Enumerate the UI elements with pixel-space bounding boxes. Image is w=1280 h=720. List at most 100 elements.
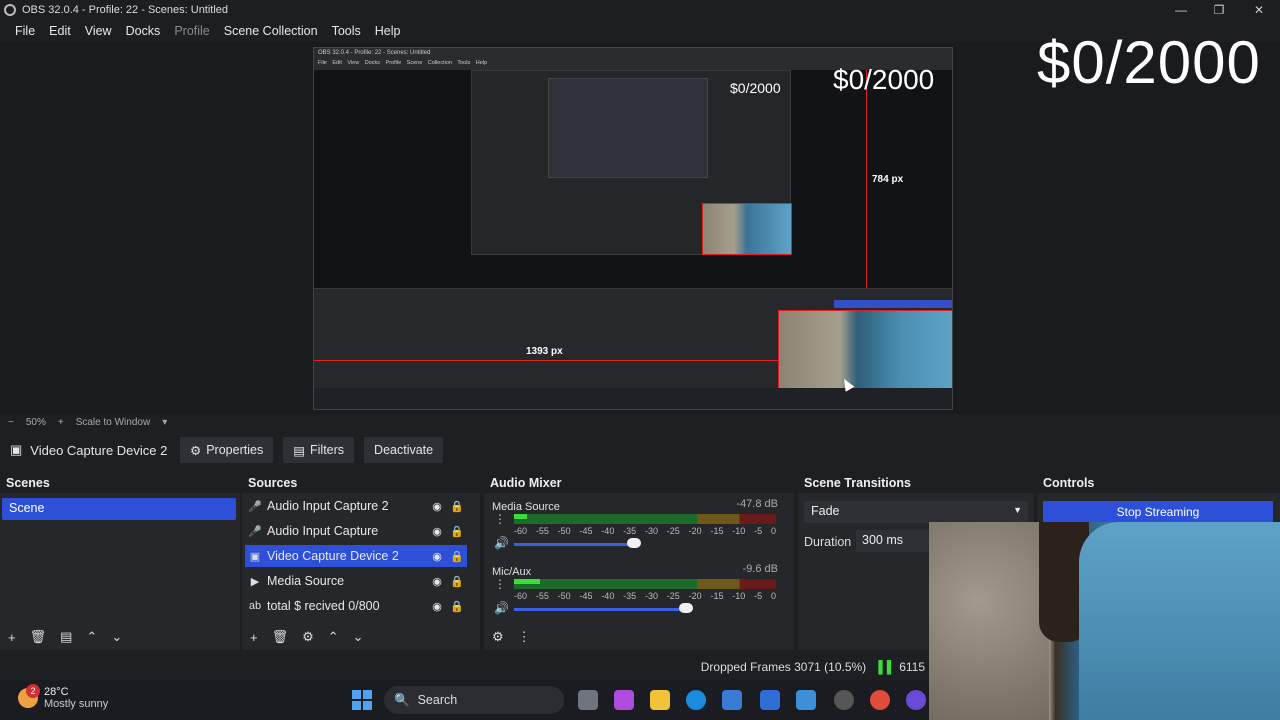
source-item-selected[interactable]: ▣ Video Capture Device 2 ◉ 🔒 <box>245 545 467 567</box>
task-view-icon[interactable] <box>578 690 598 710</box>
notepad-icon[interactable] <box>796 690 816 710</box>
eye-icon[interactable]: ◉ <box>427 500 447 513</box>
lock-icon[interactable]: 🔒 <box>447 525 467 538</box>
scale-tick: -45 <box>579 591 593 601</box>
chevron-up-icon[interactable]: ⌃ <box>328 629 339 645</box>
chevron-down-icon[interactable]: ⌄ <box>353 629 364 645</box>
volume-slider-knob[interactable] <box>679 603 693 613</box>
controls-header: Controls <box>1037 473 1280 493</box>
trash-icon[interactable]: 🗑 <box>272 629 289 645</box>
add-icon[interactable]: + <box>8 630 16 645</box>
lock-icon[interactable]: 🔒 <box>447 500 467 513</box>
volume-slider[interactable] <box>514 543 634 546</box>
eye-icon[interactable]: ◉ <box>427 525 447 538</box>
webcam-feed <box>929 522 1280 720</box>
mixer-channel: Media Source -47.8 dB ⋮ -60 -55 -50 -45 -40-… <box>492 498 784 550</box>
source-label: Media Source <box>267 574 345 588</box>
dropped-frames: Dropped Frames 3071 (10.5%) <box>700 660 867 674</box>
restore-icon[interactable]: ❐ <box>1200 0 1238 20</box>
volume-slider-knob[interactable] <box>627 538 641 548</box>
app-icon[interactable] <box>906 690 926 710</box>
menu-scene-collection[interactable]: Scene Collection <box>217 24 325 38</box>
scene-filter-icon[interactable]: ▤ <box>60 629 72 645</box>
trash-icon[interactable]: 🗑 <box>30 629 47 645</box>
speaker-icon[interactable]: 🔊 <box>494 601 509 615</box>
source-item[interactable]: 🎤 Audio Input Capture ◉ 🔒 <box>245 520 467 542</box>
weather-widget[interactable]: 2 28°C Mostly sunny <box>18 684 108 710</box>
chevron-down-icon[interactable]: ▾ <box>162 417 167 428</box>
edge-icon[interactable] <box>686 690 706 710</box>
scale-mode[interactable]: Scale to Window <box>76 417 150 428</box>
sources-header: Sources <box>242 473 480 493</box>
lock-icon[interactable]: 🔒 <box>447 575 467 588</box>
volume-slider[interactable] <box>514 608 686 611</box>
outlook-icon[interactable] <box>760 690 780 710</box>
minimize-icon[interactable]: — <box>1162 0 1200 20</box>
stop-streaming-button[interactable]: Stop Streaming <box>1043 501 1273 523</box>
scale-tick: -50 <box>557 591 571 601</box>
mixer-settings-icon[interactable]: ⚙ <box>492 629 504 645</box>
scale-tick: -20 <box>688 591 702 601</box>
guide-line-horizontal <box>314 360 784 361</box>
status-bar: Dropped Frames 3071 (10.5%) ▐▐ 6115 <box>0 654 929 680</box>
meter-scale: -60 -55 -50 -45 -40 -35 -30 -25 -20 -15 -10 -5 0 <box>514 526 776 536</box>
store-icon[interactable] <box>722 690 742 710</box>
chevron-up-icon[interactable]: ⌃ <box>86 629 97 645</box>
scale-tick: -15 <box>710 591 724 601</box>
windows-taskbar: 2 28°C Mostly sunny 🔍 Search <box>0 680 929 720</box>
eye-icon[interactable]: ◉ <box>427 600 447 613</box>
taskbar-search[interactable]: 🔍 Search <box>384 686 564 714</box>
copilot-icon[interactable] <box>614 690 634 710</box>
source-item[interactable]: ab total $ recived 0/800 ◉ 🔒 <box>245 595 467 617</box>
chevron-down-icon[interactable]: ⌄ <box>111 629 122 645</box>
play-icon: ▶ <box>250 575 260 588</box>
zoom-in-icon[interactable]: + <box>58 417 64 428</box>
more-icon[interactable]: ⋮ <box>518 629 531 645</box>
menu-edit[interactable]: Edit <box>42 24 78 38</box>
scale-tick: -55 <box>535 526 549 536</box>
nested-taskbar <box>314 388 952 409</box>
speaker-icon[interactable]: 🔊 <box>494 536 509 550</box>
source-item[interactable]: ▶ Media Source ◉ 🔒 <box>245 570 467 592</box>
properties-label: Properties <box>206 443 264 457</box>
file-explorer-icon[interactable] <box>650 690 670 710</box>
title-bar: OBS 32.0.4 - Profile: 22 - Scenes: Untit… <box>0 0 1280 20</box>
filters-button[interactable]: ▤ Filters <box>283 437 355 463</box>
obs-taskbar-icon[interactable] <box>834 690 854 710</box>
deactivate-button[interactable]: Deactivate <box>364 437 444 463</box>
scene-item[interactable]: Scene <box>2 498 236 520</box>
source-item[interactable]: 🎤 Audio Input Capture 2 ◉ 🔒 <box>245 495 467 517</box>
more-icon[interactable]: ⋮ <box>494 512 506 526</box>
mic-icon: 🎤 <box>248 500 262 513</box>
menu-docks[interactable]: Docks <box>119 24 168 38</box>
guide-line-vertical <box>866 70 867 310</box>
audio-mixer-dock: Audio Mixer Media Source -47.8 dB ⋮ -60-… <box>484 473 794 650</box>
zoom-out-icon[interactable]: − <box>8 417 14 428</box>
chrome-icon[interactable] <box>870 690 890 710</box>
menu-help[interactable]: Help <box>368 24 408 38</box>
temperature: 28°C <box>44 686 69 698</box>
transition-select[interactable]: Fade ▼ <box>804 501 1028 523</box>
mic-icon: 🎤 <box>248 525 262 538</box>
lock-icon[interactable]: 🔒 <box>447 550 467 563</box>
scale-tick: -55 <box>535 591 549 601</box>
lock-icon[interactable]: 🔒 <box>447 600 467 613</box>
more-icon[interactable]: ⋮ <box>494 577 506 591</box>
gear-icon[interactable]: ⚙ <box>302 629 314 645</box>
add-icon[interactable]: + <box>250 630 258 645</box>
close-icon[interactable]: ✕ <box>1240 0 1278 20</box>
properties-button[interactable]: ⚙ Properties <box>180 437 274 463</box>
menu-profile[interactable]: Profile <box>167 24 216 38</box>
nested-window-title: OBS 32.0.4 - Profile: 22 - Scenes: Untit… <box>318 50 431 56</box>
eye-icon[interactable]: ◉ <box>427 575 447 588</box>
scale-tick: -25 <box>666 591 680 601</box>
zoom-bar: − 50% + Scale to Window ▾ <box>0 414 1280 430</box>
menu-view[interactable]: View <box>78 24 119 38</box>
scenes-dock: Scenes Scene + 🗑 ▤ ⌃ ⌄ <box>0 473 240 650</box>
webcam-wall <box>929 522 1049 720</box>
windows-start-icon[interactable] <box>352 690 372 710</box>
eye-icon[interactable]: ◉ <box>427 550 447 563</box>
scale-tick: -10 <box>732 591 746 601</box>
menu-tools[interactable]: Tools <box>325 24 368 38</box>
menu-file[interactable]: File <box>8 24 42 38</box>
